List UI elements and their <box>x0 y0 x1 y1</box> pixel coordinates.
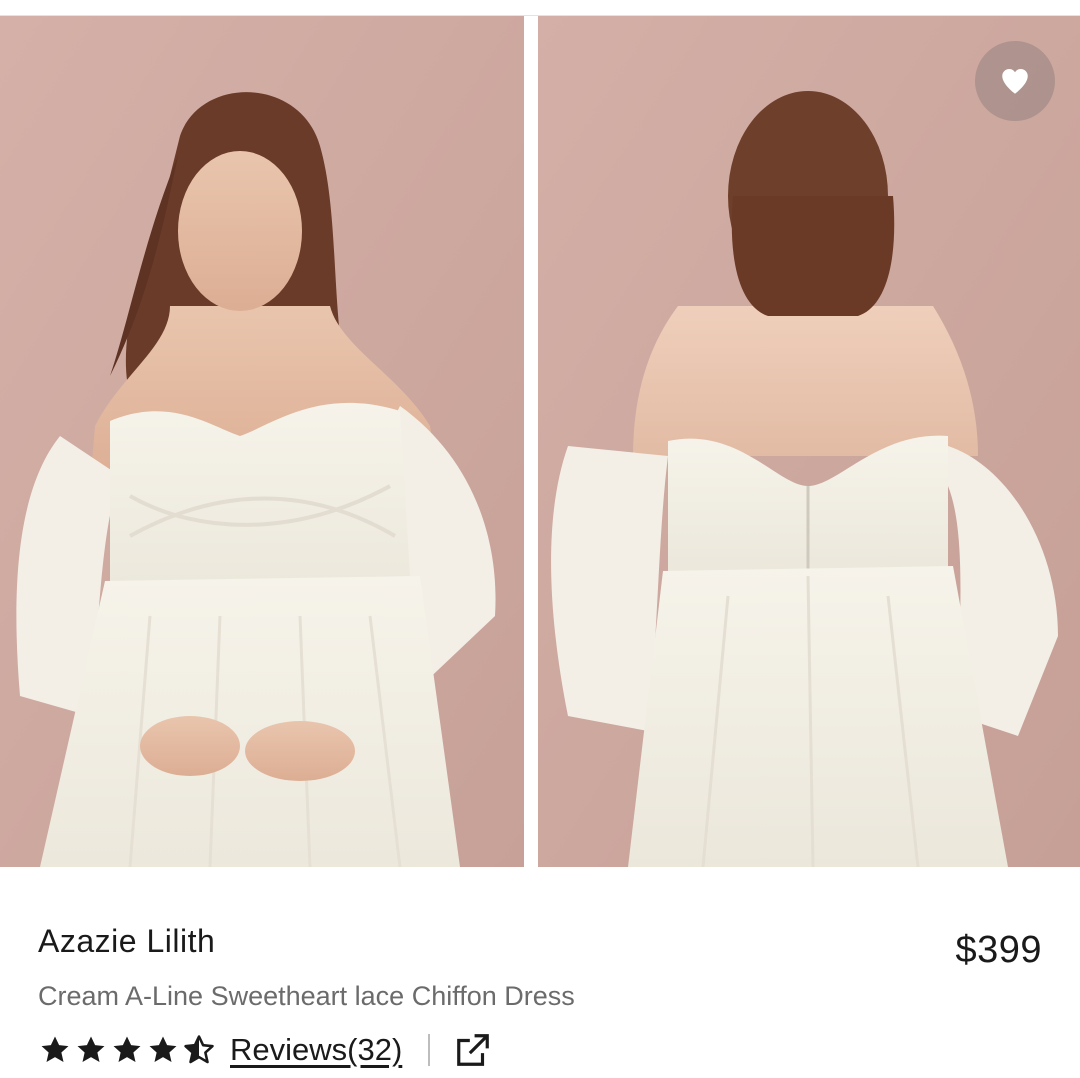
product-price: $399 <box>955 929 1042 971</box>
open-external-button[interactable] <box>454 1031 492 1069</box>
star-icon <box>113 1036 141 1063</box>
product-brand: Azazie Lilith <box>38 923 216 959</box>
rating-row: Reviews(32) <box>38 1027 492 1073</box>
heart-icon <box>1002 68 1028 94</box>
top-divider <box>0 0 1080 16</box>
star-icon <box>41 1036 69 1063</box>
product-name: Cream A-Line Sweetheart lace Chiffon Dre… <box>38 981 575 1011</box>
rating-divider <box>428 1034 431 1066</box>
reviews-link[interactable]: Reviews(32) <box>230 1032 402 1068</box>
star-half-icon <box>184 1035 214 1064</box>
front-photo-illustration <box>0 16 524 867</box>
product-card: Azazie Lilith $399 Cream A-Line Sweethea… <box>0 0 1080 1078</box>
product-info: Azazie Lilith $399 Cream A-Line Sweethea… <box>0 867 1080 1078</box>
star-icon <box>77 1036 105 1063</box>
star-rating <box>38 1033 216 1067</box>
external-link-icon <box>457 1034 490 1066</box>
product-image-front[interactable] <box>0 16 524 867</box>
back-photo-illustration <box>538 16 1080 867</box>
product-image-back[interactable] <box>538 16 1080 867</box>
favorite-button[interactable] <box>975 41 1055 121</box>
star-icon <box>149 1036 177 1063</box>
